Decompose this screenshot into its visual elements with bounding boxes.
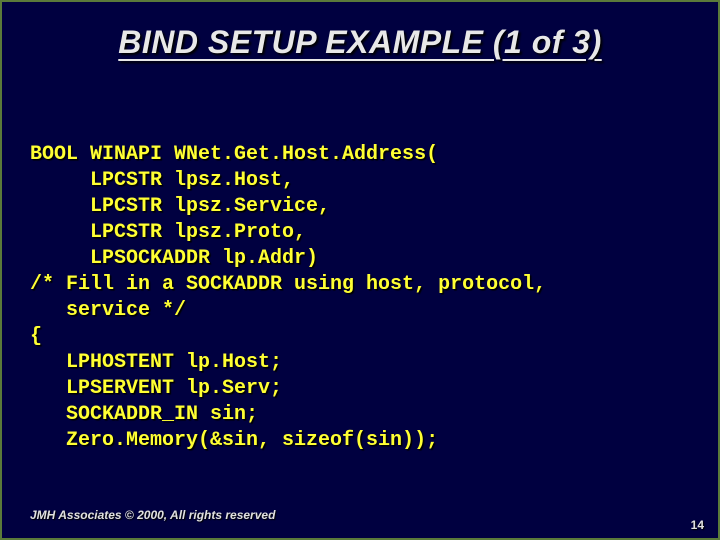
slide-footer: JMH Associates © 2000, All rights reserv… [30, 508, 275, 522]
code-block: BOOL WINAPI WNet.Get.Host.Address( LPCST… [30, 142, 690, 454]
slide: BIND SETUP EXAMPLE (1 of 3) BOOL WINAPI … [0, 0, 720, 540]
page-number: 14 [691, 518, 704, 532]
slide-title: BIND SETUP EXAMPLE (1 of 3) [2, 2, 718, 61]
